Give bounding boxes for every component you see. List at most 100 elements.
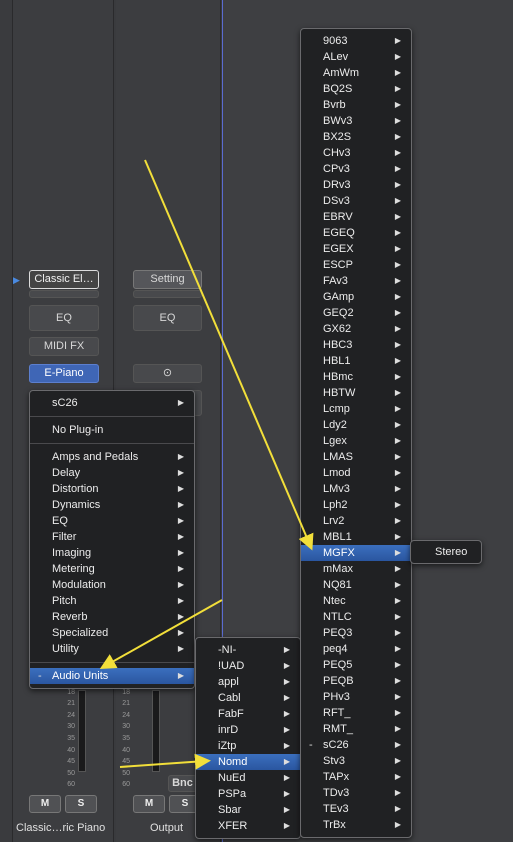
nomd-menu-item-nq81[interactable]: NQ81 ▶ (301, 577, 411, 593)
nomd-menu-item-cpv3[interactable]: CPv3 ▶ (301, 161, 411, 177)
nomd-menu-item-chv3[interactable]: CHv3 ▶ (301, 145, 411, 161)
nomd-menu-item-alev[interactable]: ALev ▶ (301, 49, 411, 65)
nomd-menu-item-ebrv[interactable]: EBRV ▶ (301, 209, 411, 225)
channel2-bounce-button[interactable]: Bnc (168, 775, 197, 792)
channel2-setting-button[interactable]: Setting (133, 270, 202, 289)
au-menu-item-sbar[interactable]: Sbar ▶ (196, 802, 300, 818)
nomd-menu-item-phv3[interactable]: PHv3 ▶ (301, 689, 411, 705)
au-menu-item-cabl[interactable]: Cabl ▶ (196, 690, 300, 706)
au-menu-item-iztp[interactable]: iZtp ▶ (196, 738, 300, 754)
chevron-right-icon: ▶ (394, 116, 401, 125)
nomd-menu-item-mgfx[interactable]: MGFX ▶ (301, 545, 411, 561)
plugin-category-pitch[interactable]: Pitch ▶ (30, 593, 194, 609)
nomd-menu-item-tev3[interactable]: TEv3 ▶ (301, 801, 411, 817)
plugin-menu-item-no-plugin[interactable]: No Plug-in (30, 422, 194, 438)
nomd-menu-item-drv3[interactable]: DRv3 ▶ (301, 177, 411, 193)
plugin-category-metering[interactable]: Metering ▶ (30, 561, 194, 577)
nomd-menu-item-peqb[interactable]: PEQB ▶ (301, 673, 411, 689)
plugin-category-modulation[interactable]: Modulation ▶ (30, 577, 194, 593)
chevron-right-icon: ▶ (394, 708, 401, 717)
au-menu-item-nued[interactable]: NuEd ▶ (196, 770, 300, 786)
nomd-menu-item-mbl1[interactable]: MBL1 ▶ (301, 529, 411, 545)
nomd-menu-item-peq4[interactable]: peq4 ▶ (301, 641, 411, 657)
plugin-category-utility[interactable]: Utility ▶ (30, 641, 194, 657)
au-menu-item-pspa[interactable]: PSPa ▶ (196, 786, 300, 802)
nomd-menu-item-lgex[interactable]: Lgex ▶ (301, 433, 411, 449)
nomd-menu-item-peq5[interactable]: PEQ5 ▶ (301, 657, 411, 673)
nomd-menu-item-escp[interactable]: ESCP ▶ (301, 257, 411, 273)
nomd-menu-item-lmas[interactable]: LMAS ▶ (301, 449, 411, 465)
nomd-menu-item-hbtw[interactable]: HBTW ▶ (301, 385, 411, 401)
plugin-menu-item-audio-units[interactable]: - Audio Units ▶ (30, 668, 194, 684)
nomd-menu-item-bwv3[interactable]: BWv3 ▶ (301, 113, 411, 129)
au-menu-item-xfer[interactable]: XFER ▶ (196, 818, 300, 834)
nomd-menu-item-ldy2[interactable]: Ldy2 ▶ (301, 417, 411, 433)
nomd-menu-item-ntlc[interactable]: NTLC ▶ (301, 609, 411, 625)
chevron-right-icon: ▶ (394, 276, 401, 285)
channel2-gain-slot[interactable] (133, 290, 202, 298)
chevron-right-icon: ▶ (394, 564, 401, 573)
nomd-menu-item-tapx[interactable]: TAPx ▶ (301, 769, 411, 785)
channel1-gain-slot[interactable] (29, 290, 99, 298)
nomd-menu-item-peq3[interactable]: PEQ3 ▶ (301, 625, 411, 641)
channel2-mute-button[interactable]: M (133, 795, 165, 813)
chevron-right-icon: ▶ (394, 324, 401, 333)
nomd-menu-item-rft[interactable]: RFT_ ▶ (301, 705, 411, 721)
nomd-menu-item-mmax[interactable]: mMax ▶ (301, 561, 411, 577)
nomd-menu-item-hbmc[interactable]: HBmc ▶ (301, 369, 411, 385)
plugin-category-dynamics[interactable]: Dynamics ▶ (30, 497, 194, 513)
au-menu-item-ni[interactable]: -NI- ▶ (196, 642, 300, 658)
nomd-menu-item-lmv3[interactable]: LMv3 ▶ (301, 481, 411, 497)
nomd-menu-item-bx2s[interactable]: BX2S ▶ (301, 129, 411, 145)
nomd-menu-item-hbc3[interactable]: HBC3 ▶ (301, 337, 411, 353)
nomd-menu-item-9063[interactable]: 9063 ▶ (301, 33, 411, 49)
channel1-eq-button[interactable]: EQ (29, 305, 99, 331)
nomd-menu-item-geq2[interactable]: GEQ2 ▶ (301, 305, 411, 321)
nomd-menu-item-gamp[interactable]: GAmp ▶ (301, 289, 411, 305)
chevron-right-icon: ▶ (394, 244, 401, 253)
plugin-category-distortion[interactable]: Distortion ▶ (30, 481, 194, 497)
channel1-setting-button[interactable]: Classic El… (29, 270, 99, 289)
plugin-category-reverb[interactable]: Reverb ▶ (30, 609, 194, 625)
au-menu-item-nomd[interactable]: Nomd ▶ (196, 754, 300, 770)
nomd-menu-item-bq2s[interactable]: BQ2S ▶ (301, 81, 411, 97)
nomd-menu-item-trbx[interactable]: TrBx ▶ (301, 817, 411, 833)
nomd-menu-item-lcmp[interactable]: Lcmp ▶ (301, 401, 411, 417)
au-menu-item-inrd[interactable]: inrD ▶ (196, 722, 300, 738)
channel1-midi-fx-button[interactable]: MIDI FX (29, 337, 99, 356)
plugin-category-imaging[interactable]: Imaging ▶ (30, 545, 194, 561)
nomd-menu-item-lrv2[interactable]: Lrv2 ▶ (301, 513, 411, 529)
plugin-category-delay[interactable]: Delay ▶ (30, 465, 194, 481)
channel2-link-button[interactable]: ⊙ (133, 364, 202, 383)
channel1-solo-button[interactable]: S (65, 795, 97, 813)
plugin-category-amps-and-pedals[interactable]: Amps and Pedals ▶ (30, 449, 194, 465)
nomd-menu-item-amwm[interactable]: AmWm ▶ (301, 65, 411, 81)
mgfx-menu-item-stereo[interactable]: Stereo (411, 544, 481, 560)
au-menu-item-uad[interactable]: !UAD ▶ (196, 658, 300, 674)
channel2-eq-button[interactable]: EQ (133, 305, 202, 331)
channel1-instrument-button[interactable]: E-Piano (29, 364, 99, 383)
nomd-menu-item-stv3[interactable]: Stv3 ▶ (301, 753, 411, 769)
nomd-menu-item-tdv3[interactable]: TDv3 ▶ (301, 785, 411, 801)
nomd-menu-item-fav3[interactable]: FAv3 ▶ (301, 273, 411, 289)
nomd-menu-item-dsv3[interactable]: DSv3 ▶ (301, 193, 411, 209)
channel1-fader-track[interactable] (78, 690, 86, 772)
channel1-mute-button[interactable]: M (29, 795, 61, 813)
au-menu-item-fabf[interactable]: FabF ▶ (196, 706, 300, 722)
nomd-menu-item-bvrb[interactable]: Bvrb ▶ (301, 97, 411, 113)
plugin-category-specialized[interactable]: Specialized ▶ (30, 625, 194, 641)
plugin-category-eq[interactable]: EQ ▶ (30, 513, 194, 529)
channel2-fader-track[interactable] (152, 690, 160, 772)
nomd-menu-item-hbl1[interactable]: HBL1 ▶ (301, 353, 411, 369)
nomd-menu-item-lph2[interactable]: Lph2 ▶ (301, 497, 411, 513)
nomd-menu-item-rmt[interactable]: RMT_ ▶ (301, 721, 411, 737)
nomd-menu-item-egeq[interactable]: EGEQ ▶ (301, 225, 411, 241)
nomd-menu-item-gx62[interactable]: GX62 ▶ (301, 321, 411, 337)
nomd-menu-item-egex[interactable]: EGEX ▶ (301, 241, 411, 257)
nomd-menu-item-lmod[interactable]: Lmod ▶ (301, 465, 411, 481)
nomd-menu-item-sc26[interactable]: - sC26 ▶ (301, 737, 411, 753)
plugin-category-filter[interactable]: Filter ▶ (30, 529, 194, 545)
plugin-menu-item-sc26[interactable]: sC26 ▶ (30, 395, 194, 411)
au-menu-item-appl[interactable]: appl ▶ (196, 674, 300, 690)
nomd-menu-item-ntec[interactable]: Ntec ▶ (301, 593, 411, 609)
